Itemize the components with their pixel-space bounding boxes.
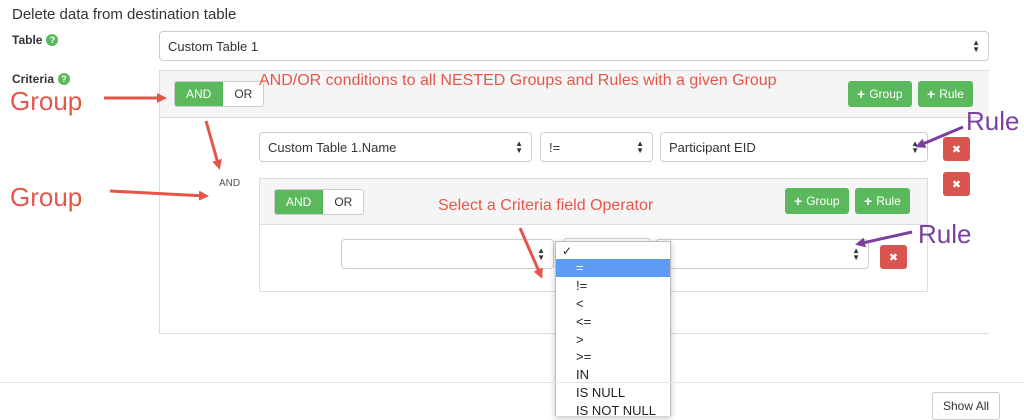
arrow-operator [518,227,543,279]
arrow-rule-top [915,125,964,148]
arrow-group-mid [109,189,209,201]
annotation-group-top: Group [10,86,83,116]
annotation-andor-note: AND/OR conditions to all NESTED Groups a… [259,72,777,89]
annotation-operator-note: Select a Criteria field Operator [438,197,654,214]
annotation-rule-bottom: Rule [918,219,972,249]
annotation-group-mid: Group [10,182,83,212]
annotation-rule-top: Rule [966,106,1020,136]
arrow-rule-bottom [855,230,913,248]
arrow-to-and [204,120,222,170]
